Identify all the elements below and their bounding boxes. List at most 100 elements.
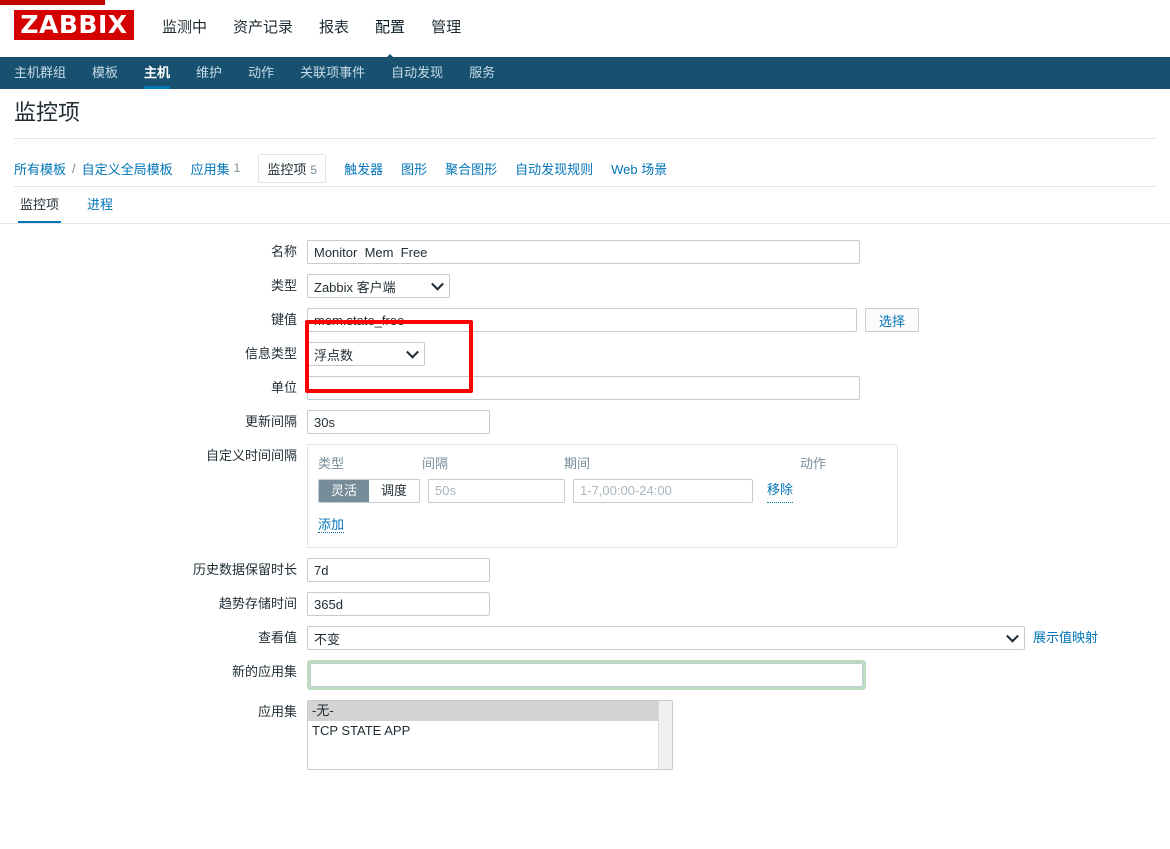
breadcrumb-items-count: 5 — [310, 162, 318, 177]
breadcrumb-discovery-rules[interactable]: 自动发现规则 — [515, 159, 593, 178]
type-select[interactable]: Zabbix 客户端 — [307, 274, 450, 298]
toggle-flexible[interactable]: 灵活 — [319, 479, 370, 502]
subnav-item-discovery[interactable]: 自动发现 — [391, 57, 443, 89]
label-new-application: 新的应用集 — [231, 664, 297, 679]
new-application-highlight — [307, 660, 866, 690]
breadcrumb-template-name[interactable]: 自定义全局模板 — [82, 159, 173, 178]
info-type-select[interactable]: 浮点数 — [307, 342, 425, 366]
app-header: ZABBIX 监测中 资产记录 报表 配置 管理 — [0, 5, 1170, 57]
top-menu-item-reports[interactable]: 报表 — [317, 13, 351, 43]
label-info-type: 信息类型 — [244, 346, 297, 361]
zabbix-logo[interactable]: ZABBIX — [14, 10, 134, 40]
breadcrumb-separator: / — [72, 160, 76, 176]
subnav-item-hosts[interactable]: 主机 — [144, 57, 171, 89]
breadcrumb: 所有模板 / 自定义全局模板 应用集 1 监控项 5 触发器 图形 聚合图形 自动… — [14, 152, 667, 184]
interval-remove-link[interactable]: 移除 — [767, 478, 794, 503]
key-input[interactable] — [307, 308, 857, 332]
column-header-action: 动作 — [800, 456, 827, 471]
label-view-value: 查看值 — [257, 630, 297, 645]
interval-period-input[interactable] — [573, 478, 754, 503]
form-row-info-type: 信息类型 浮点数 — [0, 342, 1170, 366]
column-header-interval: 间隔 — [422, 456, 449, 471]
top-menu: 监测中 资产记录 报表 配置 管理 — [160, 13, 463, 43]
form-row-new-application: 新的应用集 — [0, 660, 1170, 690]
top-menu-item-inventory[interactable]: 资产记录 — [231, 13, 295, 43]
custom-intervals-add-wrap: 添加 — [318, 513, 887, 537]
breadcrumb-screens[interactable]: 聚合图形 — [445, 159, 497, 178]
chevron-down-icon — [406, 345, 419, 359]
chevron-down-icon — [1006, 629, 1019, 643]
label-history: 历史数据保留时长 — [192, 562, 297, 577]
breadcrumb-items-label: 监控项 — [267, 161, 307, 177]
form-row-update-interval: 更新间隔 — [0, 410, 1170, 434]
form-row-custom-intervals: 自定义时间间隔 类型 间隔 期间 动作 灵活 调度 移除 — [0, 444, 1170, 548]
info-type-select-value: 浮点数 — [314, 347, 354, 363]
applications-listbox[interactable]: -无- TCP STATE APP — [307, 700, 673, 770]
subnav-item-maintenance[interactable]: 维护 — [196, 57, 222, 89]
tab-preprocessing[interactable]: 进程 — [87, 192, 113, 224]
breadcrumb-divider — [14, 186, 1156, 187]
form-row-name: 名称 — [0, 240, 1170, 264]
interval-add-link[interactable]: 添加 — [318, 517, 345, 533]
label-applications: 应用集 — [257, 704, 297, 719]
form-row-view-value: 查看值 不变 展示值映射 — [0, 626, 1170, 650]
subnav-item-services[interactable]: 服务 — [469, 57, 495, 89]
label-trends: 趋势存储时间 — [218, 596, 297, 611]
column-header-type: 类型 — [318, 456, 345, 471]
custom-intervals-box: 类型 间隔 期间 动作 灵活 调度 移除 添加 — [307, 444, 898, 548]
value-mapping-link[interactable]: 展示值映射 — [1033, 626, 1098, 650]
breadcrumb-graphs[interactable]: 图形 — [401, 159, 427, 178]
custom-interval-row: 灵活 调度 移除 — [318, 478, 887, 503]
label-units: 单位 — [270, 380, 297, 395]
label-update-interval: 更新间隔 — [244, 414, 297, 429]
subnav-item-host-groups[interactable]: 主机群组 — [14, 57, 66, 89]
form-row-type: 类型 Zabbix 客户端 — [0, 274, 1170, 298]
chevron-down-icon — [431, 277, 444, 291]
units-input[interactable] — [307, 376, 860, 400]
breadcrumb-applications-count: 1 — [233, 161, 241, 175]
name-input[interactable] — [307, 240, 860, 264]
column-header-period: 期间 — [564, 456, 591, 471]
list-item[interactable]: TCP STATE APP — [308, 721, 672, 741]
label-name: 名称 — [270, 244, 297, 259]
listbox-scrollbar[interactable] — [658, 701, 672, 769]
custom-intervals-header: 类型 间隔 期间 动作 — [318, 453, 887, 472]
breadcrumb-applications[interactable]: 应用集 — [191, 159, 230, 178]
title-divider — [14, 138, 1156, 139]
breadcrumb-all-templates[interactable]: 所有模板 — [14, 159, 66, 178]
breadcrumb-triggers[interactable]: 触发器 — [344, 159, 383, 178]
update-interval-input[interactable] — [307, 410, 490, 434]
sub-navigation: 主机群组 模板 主机 维护 动作 关联项事件 自动发现 服务 — [0, 57, 1170, 89]
breadcrumb-items-current[interactable]: 监控项 5 — [258, 153, 327, 183]
form-tabs: 监控项 进程 — [17, 192, 113, 224]
top-menu-item-configuration[interactable]: 配置 — [373, 13, 407, 43]
interval-mode-toggle: 灵活 调度 — [318, 478, 421, 503]
breadcrumb-web-scenarios[interactable]: Web 场景 — [611, 159, 667, 178]
form-row-units: 单位 — [0, 376, 1170, 400]
subnav-item-templates[interactable]: 模板 — [92, 57, 118, 89]
interval-delay-input[interactable] — [428, 478, 566, 503]
label-custom-intervals: 自定义时间间隔 — [205, 448, 297, 463]
type-select-value: Zabbix 客户端 — [314, 279, 396, 295]
label-key: 键值 — [270, 312, 297, 327]
subnav-item-correlation[interactable]: 关联项事件 — [300, 57, 365, 89]
form-row-trends: 趋势存储时间 — [0, 592, 1170, 616]
label-type: 类型 — [270, 278, 297, 293]
key-select-button[interactable]: 选择 — [865, 308, 919, 332]
subnav-item-actions[interactable]: 动作 — [248, 57, 274, 89]
form-row-history: 历史数据保留时长 — [0, 558, 1170, 582]
form-row-applications: 应用集 -无- TCP STATE APP — [0, 700, 1170, 770]
tab-item[interactable]: 监控项 — [17, 192, 62, 224]
item-form: 名称 类型 Zabbix 客户端 键值 选择 信息类型 浮点数 — [0, 240, 1170, 780]
new-application-input[interactable] — [310, 663, 863, 687]
view-value-select[interactable]: 不变 — [307, 626, 1025, 650]
top-menu-item-administration[interactable]: 管理 — [429, 13, 463, 43]
toggle-scheduling[interactable]: 调度 — [369, 479, 420, 502]
list-item[interactable]: -无- — [308, 701, 672, 721]
view-value-select-value: 不变 — [314, 631, 341, 647]
trends-input[interactable] — [307, 592, 490, 616]
form-row-key: 键值 选择 — [0, 308, 1170, 332]
page-title: 监控项 — [14, 100, 81, 125]
top-menu-item-monitoring[interactable]: 监测中 — [160, 13, 209, 43]
history-input[interactable] — [307, 558, 490, 582]
